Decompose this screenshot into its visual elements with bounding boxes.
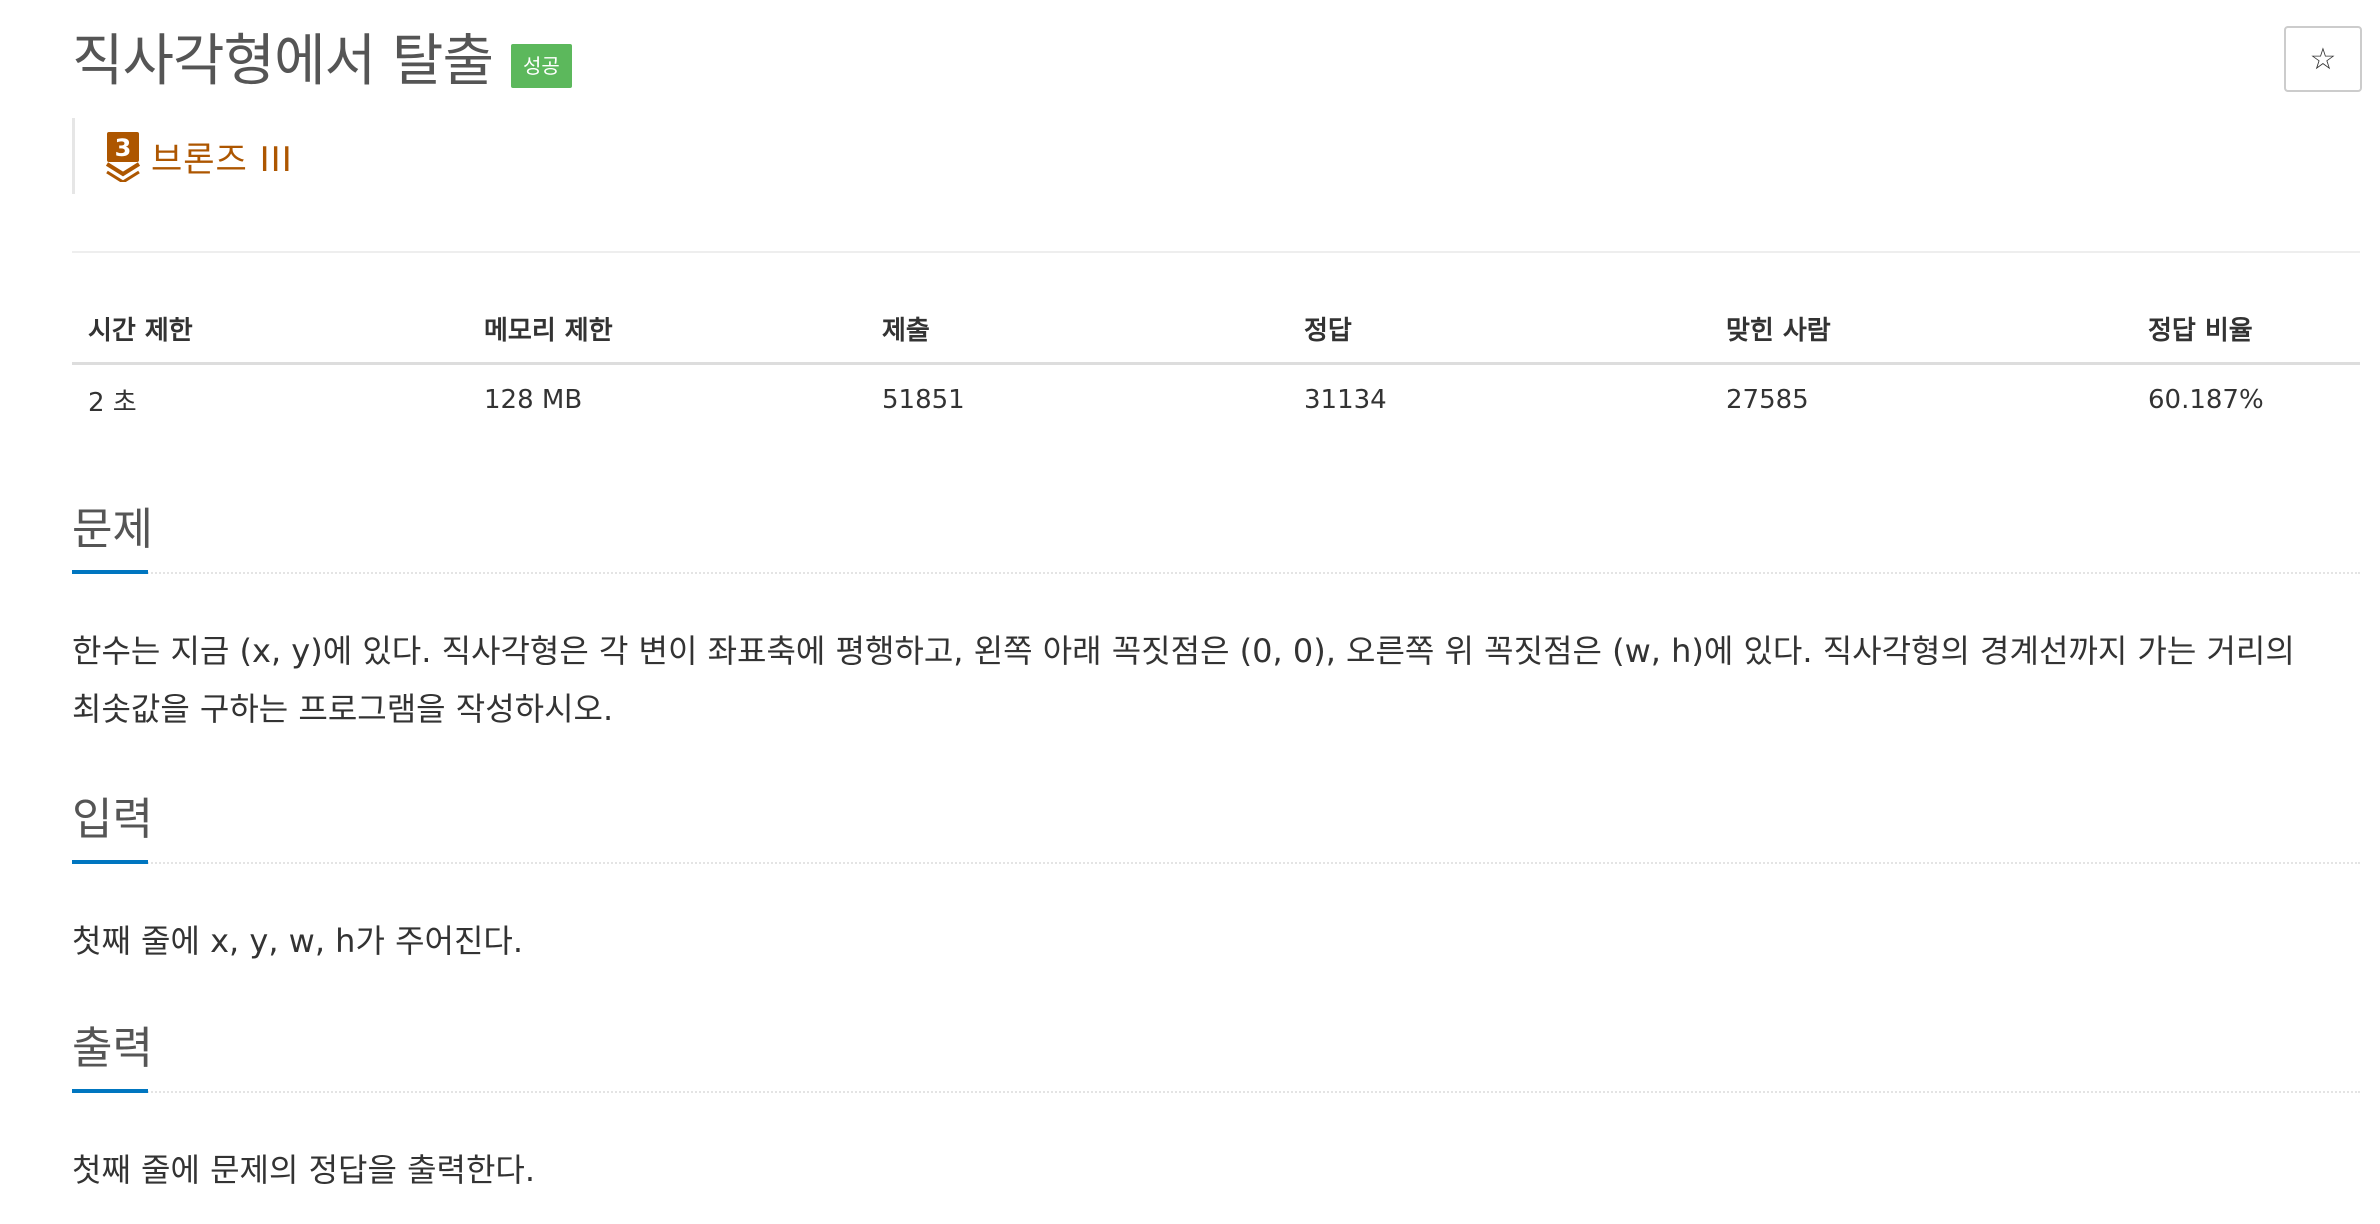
output-section-head: 출력 bbox=[72, 1019, 2360, 1093]
header-divider bbox=[72, 251, 2360, 253]
value-solvers[interactable]: 27585 bbox=[1710, 364, 2132, 436]
input-section-title: 입력 bbox=[72, 794, 153, 864]
favorite-button[interactable]: ☆ bbox=[2284, 26, 2362, 92]
status-badge: 성공 bbox=[510, 44, 572, 88]
star-outline-icon: ☆ bbox=[2309, 41, 2337, 77]
problem-section: 문제 한수는 지금 (x, y)에 있다. 직사각형은 각 변이 좌표축에 평행… bbox=[72, 500, 2360, 738]
header-time-limit: 시간 제한 bbox=[72, 294, 468, 365]
header-accept-ratio: 정답 비율 bbox=[2132, 294, 2360, 365]
title-row: 직사각형에서 탈출 성공 bbox=[72, 22, 572, 102]
value-accept-ratio: 60.187% bbox=[2148, 385, 2264, 415]
input-description: 첫째 줄에 x, y, w, h가 주어진다. bbox=[72, 922, 524, 960]
problem-section-head: 문제 bbox=[72, 500, 2360, 574]
header-accepted: 정답 bbox=[1288, 294, 1710, 365]
problem-description: 한수는 지금 (x, y)에 있다. 직사각형은 각 변이 좌표축에 평행하고,… bbox=[72, 632, 2295, 728]
svg-text:3: 3 bbox=[115, 134, 132, 162]
value-submissions[interactable]: 51851 bbox=[866, 364, 1288, 436]
problem-info-table: 시간 제한 메모리 제한 제출 정답 맞힌 사람 정답 비율 2 초 128 M… bbox=[72, 294, 2360, 435]
problem-title: 직사각형에서 탈출 bbox=[72, 29, 494, 94]
header-solvers: 맞힌 사람 bbox=[1710, 294, 2132, 365]
value-accepted[interactable]: 31134 bbox=[1288, 364, 1710, 436]
info-header-row: 시간 제한 메모리 제한 제출 정답 맞힌 사람 정답 비율 bbox=[72, 294, 2360, 365]
problem-section-title: 문제 bbox=[72, 504, 153, 574]
value-time-limit: 2 초 bbox=[88, 387, 137, 418]
value-memory-limit: 128 MB bbox=[484, 385, 583, 415]
input-section-head: 입력 bbox=[72, 790, 2360, 864]
output-section: 출력 첫째 줄에 문제의 정답을 출력한다. bbox=[72, 1019, 2360, 1199]
output-section-title: 출력 bbox=[72, 1023, 153, 1093]
output-description: 첫째 줄에 문제의 정답을 출력한다. bbox=[72, 1151, 536, 1189]
bronze-tier-icon: 3 bbox=[105, 132, 141, 182]
tier-block: 3 브론즈 III bbox=[72, 118, 293, 194]
header-memory-limit: 메모리 제한 bbox=[468, 294, 866, 365]
input-section: 입력 첫째 줄에 x, y, w, h가 주어진다. bbox=[72, 790, 2360, 970]
tier-name[interactable]: 브론즈 III bbox=[151, 132, 293, 181]
header-submissions: 제출 bbox=[866, 294, 1288, 365]
info-value-row: 2 초 128 MB 51851 31134 27585 60.187% bbox=[72, 364, 2360, 436]
